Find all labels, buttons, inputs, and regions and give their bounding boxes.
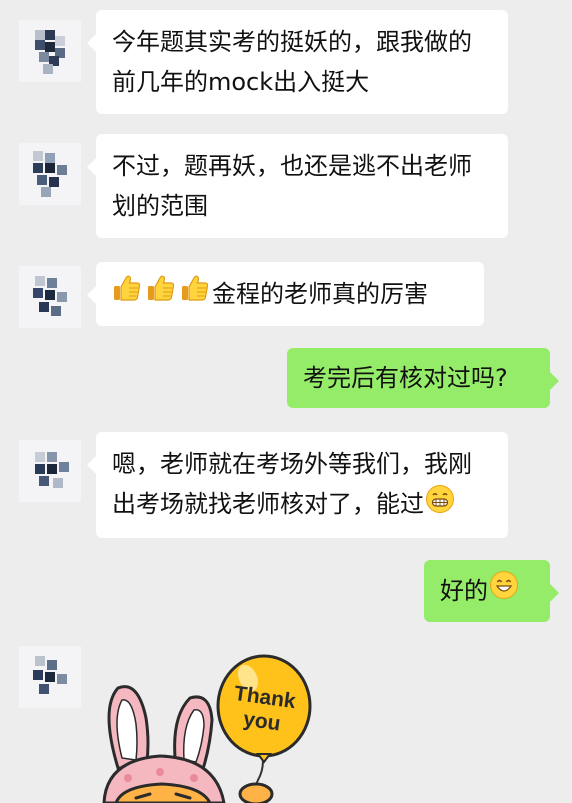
message-text: 考完后有核对过吗? [303, 364, 508, 392]
message-bubble-incoming[interactable]: 今年题其实考的挺妖的，跟我做的 前几年的mock出入挺大 [87, 10, 508, 114]
grinning-face-icon [425, 484, 455, 526]
avatar-contact[interactable] [19, 646, 81, 708]
avatar-contact[interactable] [19, 143, 81, 205]
avatar-contact[interactable] [19, 20, 81, 82]
message-bubble-outgoing[interactable]: 好的 [424, 560, 559, 622]
thumbs-up-icon [179, 272, 211, 316]
message-text: 嗯，老师就在考场外等我们，我刚 [112, 450, 472, 478]
message-bubble-outgoing[interactable]: 考完后有核对过吗? [287, 348, 559, 408]
message-text: 出考场就找老师核对了，能过 [112, 490, 424, 518]
thank-you-sticker[interactable]: Thank you [98, 648, 318, 803]
message-bubble-incoming[interactable]: 不过，题再妖，也还是逃不出老师 划的范围 [87, 134, 508, 238]
message-text: 前几年的mock出入挺大 [112, 68, 370, 96]
chat-thread: 今年题其实考的挺妖的，跟我做的 前几年的mock出入挺大 不过，题再妖，也还是逃… [0, 0, 572, 803]
message-text: 今年题其实考的挺妖的，跟我做的 [112, 28, 472, 56]
message-text: 划的范围 [112, 192, 208, 220]
message-bubble-incoming[interactable]: 嗯，老师就在考场外等我们，我刚 出考场就找老师核对了，能过 [87, 432, 508, 538]
message-bubble-incoming[interactable]: 金程的老师真的厉害 [87, 262, 484, 326]
message-text: 不过，题再妖，也还是逃不出老师 [112, 152, 472, 180]
avatar-contact[interactable] [19, 440, 81, 502]
message-text: 好的 [440, 577, 488, 605]
message-text: 金程的老师真的厉害 [212, 280, 428, 308]
smiling-face-icon [489, 570, 519, 612]
thumbs-up-icon [111, 272, 143, 316]
avatar-contact[interactable] [19, 266, 81, 328]
thumbs-up-icon [145, 272, 177, 316]
